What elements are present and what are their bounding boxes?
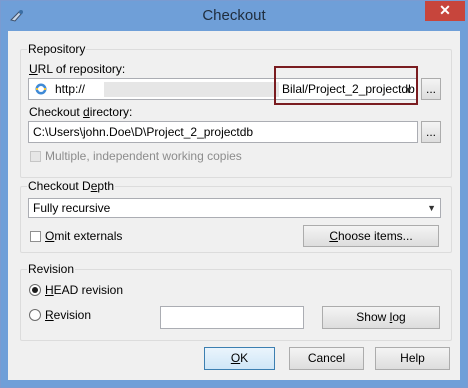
url-label: URL of repository: <box>29 62 126 76</box>
cancel-button[interactable]: Cancel <box>289 347 364 370</box>
depth-selected-value: Fully recursive <box>33 201 111 215</box>
revision-radio[interactable] <box>29 309 41 321</box>
ie-globe-icon <box>34 82 48 96</box>
revision-group-label: Revision <box>27 262 76 276</box>
checkout-depth-group-label: Checkout Depth <box>27 179 116 193</box>
directory-browse-button[interactable]: ... <box>421 121 441 143</box>
omit-externals-label: Omit externals <box>45 229 123 243</box>
radio-selected-dot <box>32 287 38 293</box>
multiple-working-copies-checkbox[interactable] <box>30 151 41 162</box>
url-prefix: http:// <box>55 82 86 96</box>
help-button[interactable]: Help <box>375 347 450 370</box>
checkout-dir-label: Checkout directory: <box>29 105 133 119</box>
dialog-body: Repository URL of repository: http:// Bi… <box>8 31 460 380</box>
close-icon[interactable]: ✕ <box>425 1 465 21</box>
omit-externals-checkbox[interactable] <box>30 231 41 242</box>
repository-group-label: Repository <box>27 42 87 56</box>
url-browse-button[interactable]: ... <box>421 78 441 100</box>
title-bar[interactable]: Checkout ✕ <box>1 1 467 31</box>
revision-number-field[interactable] <box>160 306 304 329</box>
chevron-down-icon: ▼ <box>427 203 436 213</box>
head-revision-radio[interactable] <box>29 284 41 296</box>
depth-select[interactable]: Fully recursive ▼ <box>28 198 441 218</box>
multiple-working-copies-label: Multiple, independent working copies <box>45 149 242 163</box>
window-title: Checkout <box>202 7 266 24</box>
checkout-directory-field[interactable]: C:\Users\john.Doe\D\Project_2_projectdb <box>28 121 418 143</box>
annotation-highlight-box <box>274 66 418 105</box>
choose-items-button[interactable]: Choose items... <box>303 225 439 247</box>
ok-button[interactable]: OK <box>204 347 275 370</box>
redacted-url-segment <box>104 82 279 97</box>
show-log-button[interactable]: Show log <box>322 306 440 329</box>
revision-label: Revision <box>45 308 92 322</box>
checkout-dialog: Checkout ✕ Repository URL of repository:… <box>0 0 468 388</box>
head-revision-label: HEAD revision <box>45 283 124 297</box>
revision-group <box>20 269 452 341</box>
